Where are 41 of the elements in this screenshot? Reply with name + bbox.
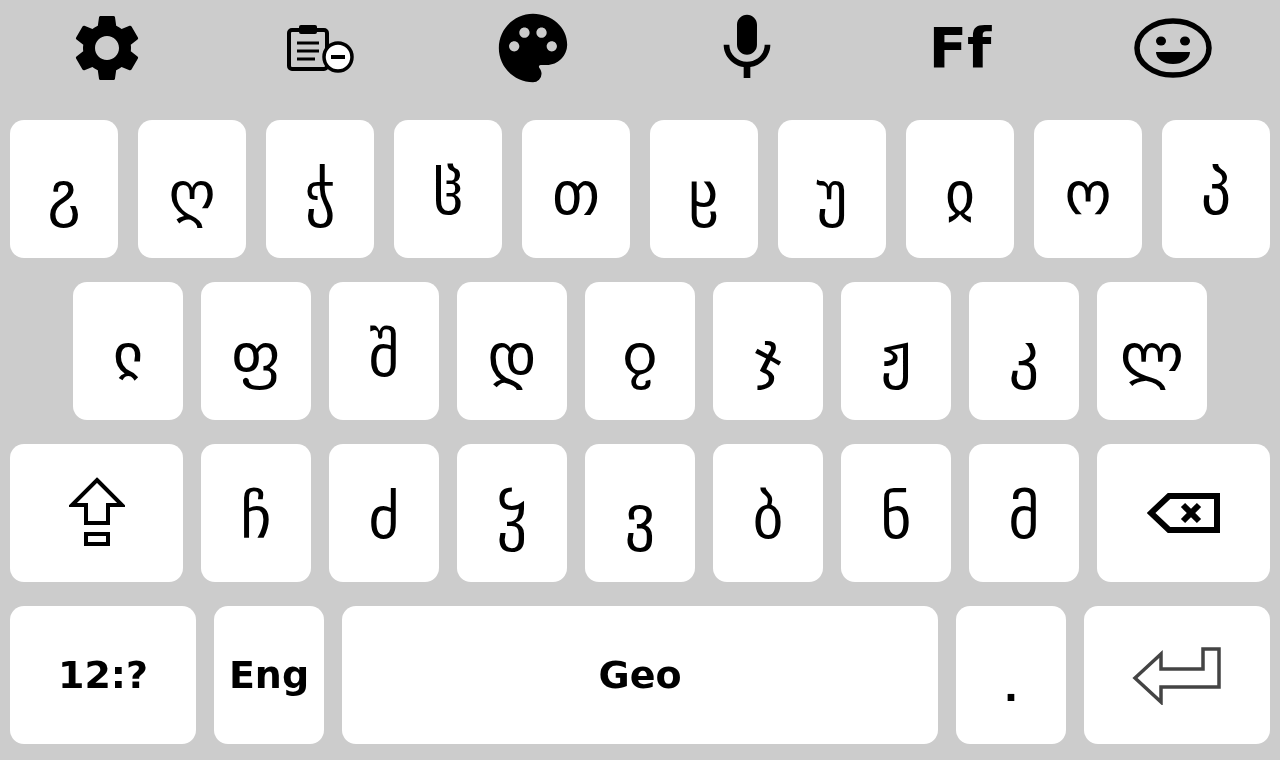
emoji-button[interactable]	[1133, 17, 1214, 79]
letter-key[interactable]: ჱ	[394, 120, 502, 258]
letter-key[interactable]: ლ	[1097, 282, 1207, 420]
backspace-icon	[1146, 492, 1221, 534]
letter-key[interactable]: ძ	[329, 444, 439, 582]
language-key[interactable]: Eng	[214, 606, 324, 744]
letter-key[interactable]: ჲ	[906, 120, 1014, 258]
symbols-key[interactable]: 12:?	[10, 606, 196, 744]
font-button[interactable]: Ff	[928, 20, 992, 76]
letter-key[interactable]: ჯ	[713, 282, 823, 420]
clipboard-button[interactable]	[285, 23, 355, 73]
letter-key[interactable]: თ	[522, 120, 630, 258]
letter-key[interactable]: ჸ	[650, 120, 758, 258]
letter-key[interactable]: ჟ	[841, 282, 951, 420]
letter-key[interactable]: ჭ	[266, 120, 374, 258]
period-key[interactable]: .	[956, 606, 1066, 744]
enter-key[interactable]	[1084, 606, 1270, 744]
letter-key[interactable]: ღ	[138, 120, 246, 258]
letter-key[interactable]: ფ	[201, 282, 311, 420]
letter-key[interactable]: ნ	[841, 444, 951, 582]
letter-key[interactable]: შ	[329, 282, 439, 420]
letter-key[interactable]: კ	[969, 282, 1079, 420]
letter-key[interactable]: ჩ	[201, 444, 311, 582]
letter-key[interactable]: პ	[1162, 120, 1270, 258]
backspace-key[interactable]	[1097, 444, 1270, 582]
letter-key[interactable]: ჷ	[10, 120, 118, 258]
letter-key[interactable]: მ	[969, 444, 1079, 582]
letter-key[interactable]: ო	[1034, 120, 1142, 258]
letter-key[interactable]: ჹ	[585, 282, 695, 420]
space-key[interactable]: Geo	[342, 606, 938, 744]
clipboard-minus-icon	[285, 23, 355, 73]
letter-key[interactable]: უ	[778, 120, 886, 258]
letter-key[interactable]: ჴ	[457, 444, 567, 582]
smiley-face-icon	[1133, 17, 1214, 79]
letter-key[interactable]: ჺ	[73, 282, 183, 420]
shift-key[interactable]	[10, 444, 183, 582]
letter-key[interactable]: ბ	[713, 444, 823, 582]
letter-key[interactable]: დ	[457, 282, 567, 420]
letter-key[interactable]: ვ	[585, 444, 695, 582]
enter-arrow-icon	[1131, 645, 1223, 705]
up-arrow-icon	[68, 477, 125, 549]
